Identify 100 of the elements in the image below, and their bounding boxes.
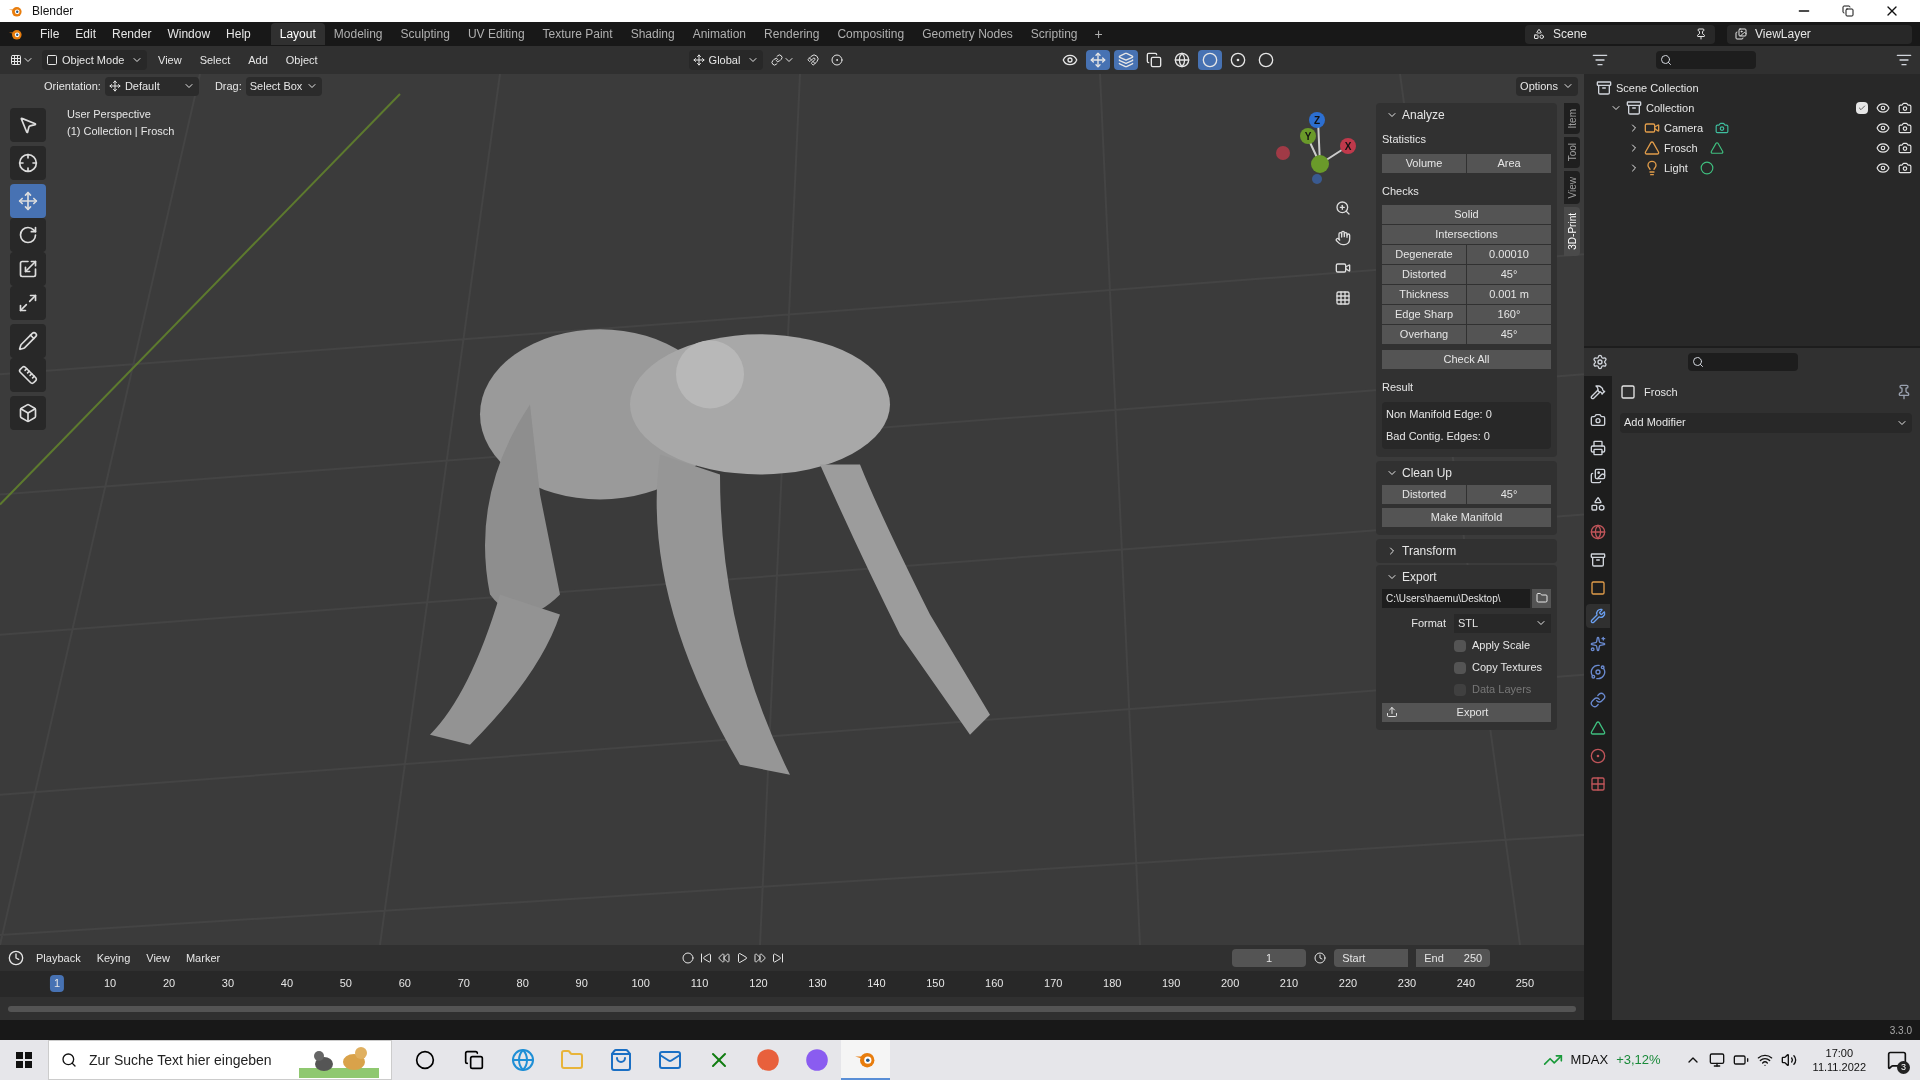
filter-button[interactable]: [1896, 52, 1912, 68]
menu-item[interactable]: File: [32, 25, 68, 43]
menu-item[interactable]: View: [151, 50, 189, 70]
record-icon[interactable]: [682, 952, 695, 964]
start-field[interactable]: Start: [1334, 949, 1409, 967]
number-field[interactable]: 45°: [1467, 484, 1551, 504]
format-dropdown[interactable]: STL: [1454, 613, 1551, 633]
workspace-tab[interactable]: Scripting: [1021, 23, 1087, 45]
sidebar-tab[interactable]: View: [1564, 170, 1580, 205]
eye-icon[interactable]: [1876, 101, 1890, 115]
path-field[interactable]: C:\Users\haemu\Desktop\: [1382, 588, 1530, 608]
workspace-tab[interactable]: UV Editing: [458, 23, 534, 45]
wifi-icon[interactable]: [1756, 1052, 1773, 1068]
panel-button[interactable]: Make Manifold: [1382, 507, 1551, 527]
frame-field[interactable]: 1: [1232, 949, 1307, 967]
tool-button[interactable]: [10, 146, 46, 180]
panel-button[interactable]: Distorted: [1382, 484, 1466, 504]
scene-field[interactable]: Scene: [1525, 24, 1715, 44]
camera-icon[interactable]: [1898, 101, 1912, 115]
checkbox[interactable]: [1856, 102, 1868, 114]
folder-button[interactable]: [1532, 588, 1551, 608]
menu-item[interactable]: Keying: [92, 949, 135, 967]
menu-item[interactable]: Playback: [32, 949, 85, 967]
transform-dropdown[interactable]: Global: [688, 50, 763, 70]
tool-button[interactable]: [10, 108, 46, 142]
view-layer-field[interactable]: ViewLayer: [1727, 24, 1912, 44]
workspace-tab[interactable]: Rendering: [755, 23, 829, 45]
menu-item[interactable]: Add: [241, 50, 275, 70]
tool-button[interactable]: [10, 286, 46, 320]
tool-button[interactable]: [10, 218, 46, 252]
solid-button[interactable]: [1198, 50, 1222, 70]
camera-icon[interactable]: [1898, 141, 1912, 155]
speaker-icon[interactable]: [1780, 1052, 1797, 1068]
panel-header[interactable]: Clean Up: [1382, 460, 1551, 485]
menu-item[interactable]: Help: [218, 25, 259, 43]
editor-type-button[interactable]: [8, 950, 24, 966]
panel-button[interactable]: Volume: [1382, 153, 1466, 173]
play-icon[interactable]: [736, 952, 749, 964]
add-modifier-dropdown[interactable]: Add Modifier: [1620, 412, 1912, 433]
skip-back-icon[interactable]: [700, 952, 713, 964]
search-field[interactable]: [1656, 51, 1756, 69]
restore-icon[interactable]: [1842, 5, 1854, 17]
menu-item[interactable]: Object: [278, 50, 325, 70]
search-field[interactable]: [1688, 353, 1798, 371]
checkbox-option[interactable]: Apply Scale: [1454, 636, 1551, 655]
rewind-icon[interactable]: [718, 952, 731, 964]
menu-item[interactable]: Marker: [181, 949, 225, 967]
panel-button[interactable]: Check All: [1382, 350, 1551, 369]
menu-item[interactable]: Edit: [67, 25, 105, 43]
clock-icon[interactable]: [1314, 952, 1327, 964]
workspace-tab[interactable]: Sculpting: [391, 23, 459, 45]
workspace-tab[interactable]: Geometry Nodes: [913, 23, 1022, 45]
eye-icon[interactable]: [1876, 121, 1890, 135]
editor-type-button[interactable]: [1592, 354, 1608, 370]
menu-item[interactable]: Select: [192, 50, 238, 70]
overlay-button[interactable]: [1114, 50, 1138, 70]
panel-header[interactable]: Transform: [1382, 538, 1551, 563]
export-button[interactable]: Export: [1382, 702, 1551, 722]
camera-icon[interactable]: [1898, 121, 1912, 135]
panel-button[interactable]: Solid: [1382, 205, 1551, 224]
panel-button[interactable]: Overhang: [1382, 325, 1466, 344]
pin-icon[interactable]: [1896, 384, 1912, 401]
menu-item[interactable]: Render: [104, 25, 160, 43]
properties-tab[interactable]: [1586, 604, 1610, 628]
workspace-tab[interactable]: Shading: [621, 23, 684, 45]
checkbox-option[interactable]: Copy Textures: [1454, 658, 1551, 677]
tool-button[interactable]: [10, 324, 46, 358]
sidebar-tab[interactable]: Item: [1564, 103, 1580, 135]
panel-header[interactable]: Export: [1382, 564, 1551, 589]
workspace-tab[interactable]: Animation: [683, 23, 756, 45]
panel-button[interactable]: Thickness: [1382, 285, 1466, 304]
end-field[interactable]: End 250: [1416, 949, 1491, 967]
panel-header[interactable]: Analyze: [1382, 103, 1551, 127]
sidebar-tab[interactable]: Tool: [1564, 137, 1580, 168]
menu-item[interactable]: Window: [159, 25, 219, 43]
number-field[interactable]: 0.001 m: [1467, 285, 1551, 304]
battery-icon[interactable]: [1732, 1052, 1749, 1068]
tool-button[interactable]: [10, 358, 46, 392]
menu-item[interactable]: View: [142, 949, 174, 967]
number-field[interactable]: 45°: [1467, 325, 1551, 344]
sidebar-tab[interactable]: 3D-Print: [1564, 207, 1580, 256]
display-mode-button[interactable]: [1592, 52, 1608, 68]
panel-button[interactable]: Degenerate: [1382, 245, 1466, 264]
scrollbar[interactable]: [8, 1005, 1576, 1012]
number-field[interactable]: 45°: [1467, 265, 1551, 284]
workspace-tab[interactable]: Modeling: [324, 23, 392, 45]
workspace-tab[interactable]: Texture Paint: [533, 23, 622, 45]
mode-dropdown[interactable]: Object Mode: [42, 50, 147, 70]
fast-forward-icon[interactable]: [754, 952, 767, 964]
taskbar-search-field[interactable]: Zur Suche Text hier eingeben: [48, 1040, 392, 1080]
panel-button[interactable]: Distorted: [1382, 265, 1466, 284]
workspace-tab[interactable]: Layout: [270, 23, 325, 45]
notification-button[interactable]: 3: [1882, 1040, 1912, 1080]
number-field[interactable]: 160°: [1467, 305, 1551, 324]
panel-button[interactable]: Edge Sharp: [1382, 305, 1466, 324]
tool-button[interactable]: [10, 396, 46, 430]
panel-button[interactable]: Intersections: [1382, 225, 1551, 244]
gizmo-button[interactable]: [1086, 50, 1110, 70]
eye-icon[interactable]: [1876, 141, 1890, 155]
add-workspace-button[interactable]: +: [1086, 23, 1111, 45]
